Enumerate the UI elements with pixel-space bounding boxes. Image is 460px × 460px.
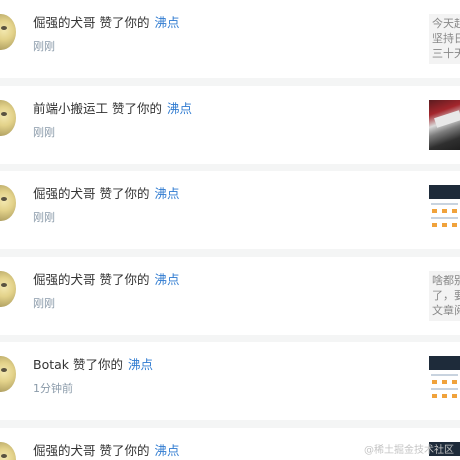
- pin-preview-image[interactable]: [429, 185, 460, 235]
- user-name[interactable]: 倔强的犬哥: [33, 443, 96, 458]
- pin-link[interactable]: 沸点: [155, 272, 180, 287]
- avatar[interactable]: [0, 356, 16, 392]
- avatar[interactable]: [0, 14, 16, 50]
- timestamp: 刚刚: [33, 40, 55, 53]
- user-name[interactable]: 倔强的犬哥: [33, 15, 96, 30]
- timestamp: 刚刚: [33, 211, 55, 224]
- preview-line: 了，要: [432, 289, 460, 302]
- avatar[interactable]: [0, 185, 16, 221]
- preview-line: 坚持日: [432, 32, 460, 45]
- preview-line: 三十天: [432, 47, 460, 60]
- pin-preview[interactable]: 今天起 坚持日 三十天: [429, 14, 460, 64]
- notification-item[interactable]: 倔强的犬哥 赞了你的 沸点 刚刚: [0, 171, 460, 249]
- pin-link[interactable]: 沸点: [155, 15, 180, 30]
- user-name[interactable]: 前端小搬运工: [33, 101, 108, 116]
- notification-text: 倔强的犬哥 赞了你的 沸点: [33, 183, 180, 202]
- pin-preview[interactable]: 啥都别 了，要 文章阅: [429, 271, 460, 321]
- action-text: 赞了你的: [99, 272, 150, 287]
- preview-line: 文章阅: [432, 304, 460, 317]
- action-text: 赞了你的: [99, 15, 150, 30]
- notification-item[interactable]: Botak 赞了你的 沸点 1分钟前: [0, 342, 460, 420]
- pin-link[interactable]: 沸点: [167, 101, 192, 116]
- notification-text: 前端小搬运工 赞了你的 沸点: [33, 98, 192, 117]
- user-name[interactable]: 倔强的犬哥: [33, 272, 96, 287]
- preview-line: 今天起: [432, 17, 460, 30]
- notification-text: 倔强的犬哥 赞了你的 沸点: [33, 12, 180, 31]
- preview-line: 啥都别: [432, 274, 460, 287]
- notification-text: Botak 赞了你的 沸点: [33, 354, 153, 373]
- action-text: 赞了你的: [73, 357, 124, 372]
- watermark: @稀土掘金技术社区: [364, 445, 454, 456]
- pin-preview-image[interactable]: [429, 100, 460, 150]
- notification-item[interactable]: 倔强的犬哥 赞了你的 沸点 刚刚 啥都别 了，要 文章阅: [0, 257, 460, 335]
- avatar[interactable]: [0, 100, 16, 136]
- notification-text: 倔强的犬哥 赞了你的 沸点: [33, 269, 180, 288]
- notification-text: 倔强的犬哥 赞了你的 沸点: [33, 440, 180, 459]
- pin-preview-image[interactable]: [429, 356, 460, 406]
- timestamp: 刚刚: [33, 126, 55, 139]
- action-text: 赞了你的: [99, 443, 150, 458]
- timestamp: 刚刚: [33, 297, 55, 310]
- pin-link[interactable]: 沸点: [128, 357, 153, 372]
- pin-link[interactable]: 沸点: [155, 186, 180, 201]
- notification-feed: 倔强的犬哥 赞了你的 沸点 刚刚 今天起 坚持日 三十天 前端小搬运工 赞了你的 沸点 …: [0, 0, 460, 460]
- action-text: 赞了你的: [112, 101, 163, 116]
- notification-item[interactable]: 倔强的犬哥 赞了你的 沸点 刚刚 今天起 坚持日 三十天: [0, 0, 460, 78]
- timestamp: 1分钟前: [33, 382, 73, 395]
- user-name[interactable]: 倔强的犬哥: [33, 186, 96, 201]
- user-name[interactable]: Botak: [33, 357, 69, 372]
- action-text: 赞了你的: [99, 186, 150, 201]
- pin-link[interactable]: 沸点: [155, 443, 180, 458]
- notification-item[interactable]: 前端小搬运工 赞了你的 沸点 刚刚: [0, 86, 460, 164]
- avatar[interactable]: [0, 271, 16, 307]
- avatar[interactable]: [0, 442, 16, 460]
